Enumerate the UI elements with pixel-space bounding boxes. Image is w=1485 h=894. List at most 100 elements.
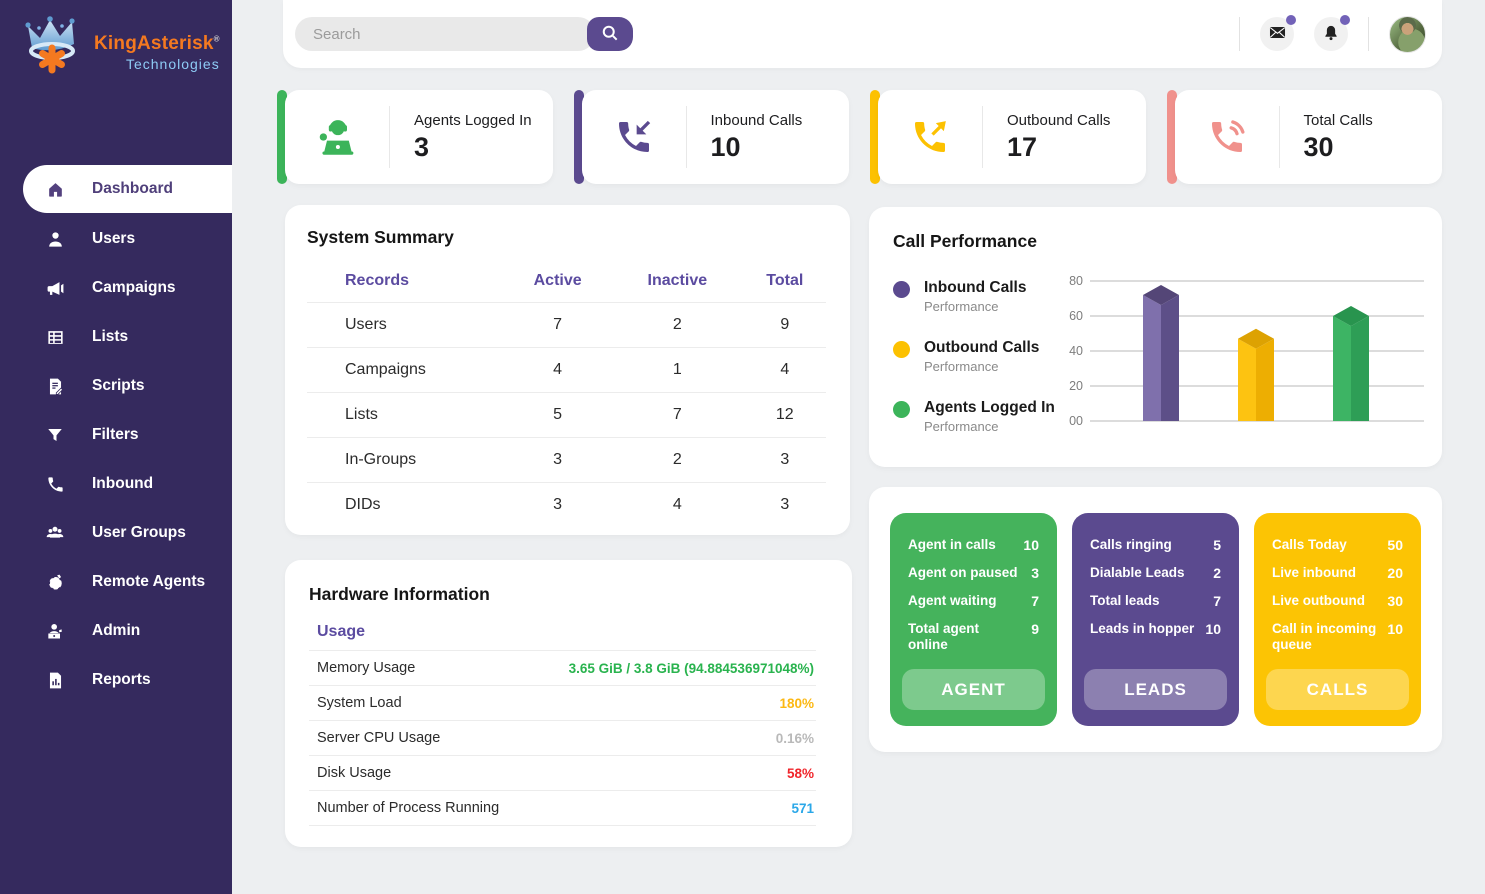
- hardware-row: Disk Usage 58%: [309, 756, 816, 791]
- agent-panel: Agent in calls 10 Agent on paused 3 Agen…: [890, 513, 1057, 726]
- avatar[interactable]: [1389, 16, 1426, 53]
- chart-legend: Inbound Calls Performance Outbound Calls…: [893, 279, 1055, 434]
- panel-value: 9: [1031, 621, 1039, 652]
- hardware-label: Disk Usage: [317, 765, 391, 781]
- leads-button[interactable]: LEADS: [1084, 669, 1227, 710]
- cell: 1: [611, 348, 744, 393]
- panel-label: Live inbound: [1272, 565, 1356, 581]
- cell: Users: [307, 303, 504, 348]
- stat-card-total-calls[interactable]: Total Calls 30: [1167, 90, 1443, 184]
- sidebar-nav: Dashboard Users Campaigns Lists Scripts: [0, 165, 232, 705]
- svg-text:40: 40: [1069, 344, 1083, 358]
- legend-dot: [893, 281, 910, 298]
- panel-row: Live outbound 30: [1272, 593, 1403, 609]
- search-input[interactable]: [295, 17, 595, 51]
- panel-label: Leads in hopper: [1090, 621, 1194, 637]
- sidebar-item-label: Lists: [92, 328, 128, 346]
- divider: [1239, 17, 1240, 51]
- panel-row: Call in incoming queue 10: [1272, 621, 1403, 652]
- bar-chart: 0020406080: [1064, 265, 1439, 437]
- logo-subname: Technologies: [126, 56, 220, 72]
- panel-value: 10: [1023, 537, 1039, 553]
- sidebar-item-filters[interactable]: Filters: [0, 411, 232, 459]
- legend-dot: [893, 401, 910, 418]
- cell: 4: [611, 483, 744, 528]
- sidebar-item-campaigns[interactable]: Campaigns: [0, 264, 232, 312]
- cell: Lists: [307, 393, 504, 438]
- panel-row: Total leads 7: [1090, 593, 1221, 609]
- cell: 2: [611, 303, 744, 348]
- messages-button[interactable]: [1260, 17, 1294, 51]
- stat-card-outbound-calls[interactable]: Outbound Calls 17: [870, 90, 1146, 184]
- hardware-information-card: Hardware Information Usage Memory Usage …: [285, 560, 852, 847]
- sidebar-item-label: Scripts: [92, 377, 145, 395]
- sidebar-item-reports[interactable]: Reports: [0, 656, 232, 704]
- report-icon: [45, 670, 65, 690]
- table-row: In-Groups323: [307, 438, 826, 483]
- search-button[interactable]: [587, 17, 633, 51]
- column-header: Total: [744, 262, 826, 303]
- sidebar-item-user-groups[interactable]: User Groups: [0, 509, 232, 557]
- phone-incoming-icon: [582, 117, 686, 157]
- stat-card-agents-logged-in[interactable]: Agents Logged In 3: [277, 90, 553, 184]
- hardware-title: Hardware Information: [309, 584, 816, 605]
- calls-panel: Calls Today 50 Live inbound 20 Live outb…: [1254, 513, 1421, 726]
- panel-value: 7: [1031, 593, 1039, 609]
- cell: In-Groups: [307, 438, 504, 483]
- hardware-label: Server CPU Usage: [317, 730, 440, 746]
- sidebar-item-label: Admin: [92, 622, 140, 640]
- legend-subtitle: Performance: [924, 359, 1039, 374]
- table-row: Lists5712: [307, 393, 826, 438]
- call-performance-card: Call Performance Inbound Calls Performan…: [869, 207, 1442, 467]
- sidebar-item-remote-agents[interactable]: Remote Agents: [0, 558, 232, 606]
- table-row: Users729: [307, 303, 826, 348]
- cell: 4: [744, 348, 826, 393]
- panel-label: Live outbound: [1272, 593, 1365, 609]
- notifications-button[interactable]: [1314, 17, 1348, 51]
- sidebar-item-label: Users: [92, 230, 135, 248]
- cell: 9: [744, 303, 826, 348]
- phone-outgoing-icon: [878, 117, 982, 157]
- panel-label: Call in incoming queue: [1272, 621, 1382, 652]
- sidebar-item-inbound[interactable]: Inbound: [0, 460, 232, 508]
- sidebar-item-dashboard[interactable]: Dashboard: [23, 165, 232, 213]
- chart-title: Call Performance: [893, 231, 1442, 252]
- hardware-row: Memory Usage 3.65 GiB / 3.8 GiB (94.8845…: [309, 651, 816, 686]
- cell: 2: [611, 438, 744, 483]
- sidebar-item-label: Inbound: [92, 475, 153, 493]
- panel-label: Agent waiting: [908, 593, 997, 609]
- notification-dot: [1286, 15, 1296, 25]
- panel-value: 30: [1387, 593, 1403, 609]
- usage-section-header: Usage: [309, 605, 816, 651]
- legend-name: Outbound Calls: [924, 339, 1039, 357]
- sidebar-item-lists[interactable]: Lists: [0, 313, 232, 361]
- agent-button[interactable]: AGENT: [902, 669, 1045, 710]
- sidebar-item-admin[interactable]: Admin: [0, 607, 232, 655]
- panel-value: 2: [1213, 565, 1221, 581]
- stat-card-inbound-calls[interactable]: Inbound Calls 10: [574, 90, 850, 184]
- panel-value: 10: [1205, 621, 1221, 637]
- legend-dot: [893, 341, 910, 358]
- svg-text:80: 80: [1069, 274, 1083, 288]
- legend-subtitle: Performance: [924, 419, 1055, 434]
- hardware-label: System Load: [317, 695, 402, 711]
- panel-label: Calls Today: [1272, 537, 1347, 553]
- sidebar-item-label: Reports: [92, 671, 151, 689]
- sidebar-item-scripts[interactable]: Scripts: [0, 362, 232, 410]
- home-icon: [45, 179, 65, 199]
- column-header: Records: [307, 262, 504, 303]
- panel-row: Agent in calls 10: [908, 537, 1039, 553]
- sidebar-item-users[interactable]: Users: [0, 215, 232, 263]
- legend-item: Agents Logged In Performance: [893, 399, 1055, 434]
- cell: 7: [504, 303, 611, 348]
- hardware-value: 3.65 GiB / 3.8 GiB (94.884536971048%): [569, 661, 814, 676]
- calls-button[interactable]: CALLS: [1266, 669, 1409, 710]
- table-row: DIDs343: [307, 483, 826, 528]
- cell: 3: [744, 438, 826, 483]
- hardware-value: 58%: [787, 766, 814, 781]
- panel-value: 3: [1031, 565, 1039, 581]
- panel-label: Calls ringing: [1090, 537, 1172, 553]
- list-icon: [45, 327, 65, 347]
- hardware-row: Server CPU Usage 0.16%: [309, 721, 816, 756]
- svg-text:60: 60: [1069, 309, 1083, 323]
